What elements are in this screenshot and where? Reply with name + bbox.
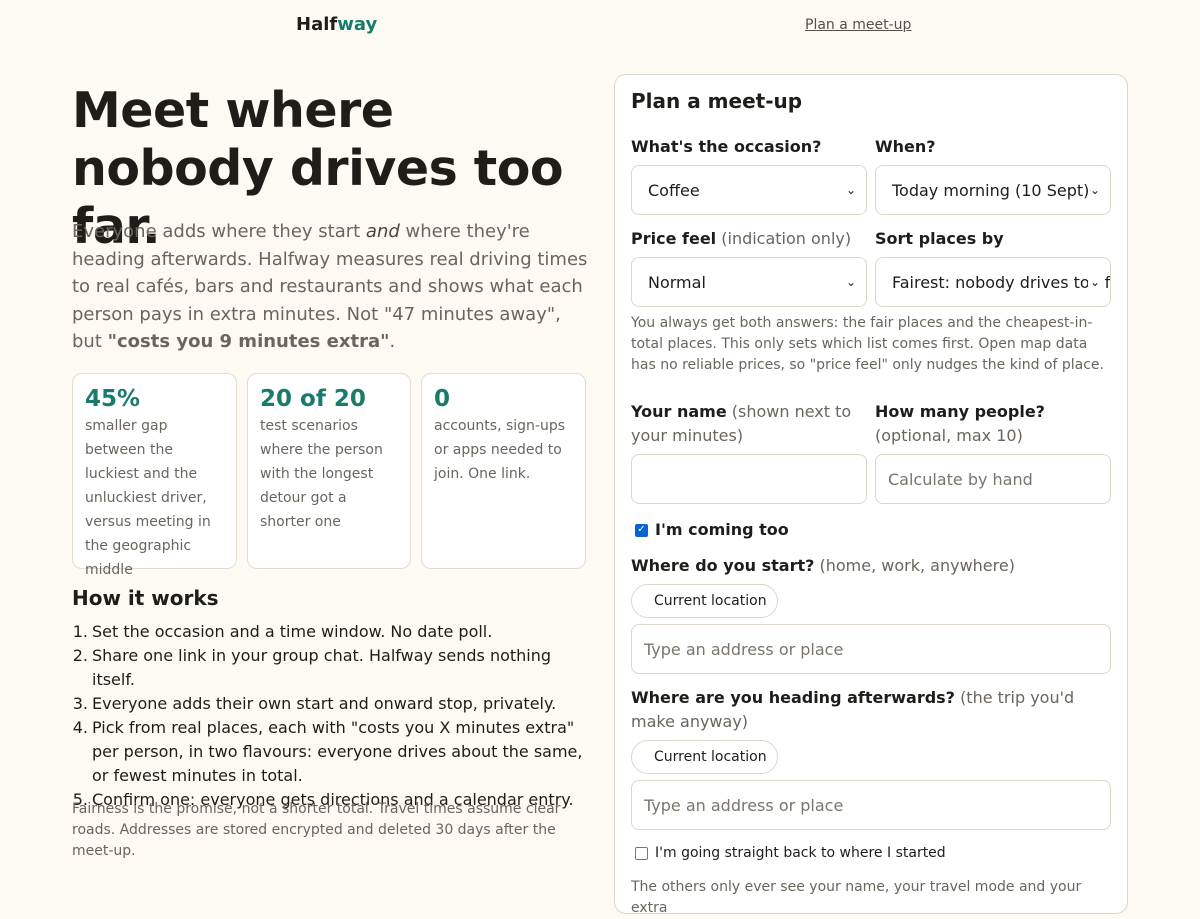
step-number: 4. bbox=[72, 718, 88, 737]
stat-card-accounts: 0 accounts, sign-ups or apps needed to j… bbox=[421, 373, 586, 569]
start-placeholder: Type an address or place bbox=[644, 639, 844, 659]
intro-end: . bbox=[389, 331, 396, 352]
sort-value: Fairest: nobody drives too far bbox=[892, 272, 1111, 292]
logo[interactable]: Halfway bbox=[296, 14, 377, 35]
intro-strong: "costs you 9 minutes extra" bbox=[107, 331, 390, 352]
logo-part1: Half bbox=[296, 14, 338, 35]
sort-help-text: You always get both answers: the fair pl… bbox=[631, 315, 1104, 373]
stat-value: 0 bbox=[434, 386, 451, 412]
start-current-location-button[interactable]: Current location bbox=[631, 584, 778, 618]
step-number: 1. bbox=[72, 622, 88, 641]
people-placeholder: Calculate by hand bbox=[888, 469, 1033, 489]
privacy-note: The others only ever see your name, your… bbox=[631, 879, 1082, 916]
name-input[interactable] bbox=[631, 454, 867, 504]
start-address-input[interactable]: Type an address or place bbox=[631, 624, 1111, 674]
list-item: 4. Pick from real places, each with "cost… bbox=[72, 716, 592, 788]
footnote: Fairness is the promise, not a shorter t… bbox=[72, 801, 561, 859]
sort-label: Sort places by bbox=[875, 229, 1004, 248]
step-number: 3. bbox=[72, 694, 88, 713]
chevron-down-icon: ⌄ bbox=[844, 275, 858, 289]
stat-desc: smaller gap between the luckiest and the… bbox=[85, 418, 211, 578]
when-select[interactable]: Today morning (10 Sept) ⌄ bbox=[875, 165, 1111, 215]
when-value: Today morning (10 Sept) bbox=[892, 180, 1090, 200]
how-it-works-title: How it works bbox=[72, 586, 219, 610]
sort-select[interactable]: Fairest: nobody drives too far ⌄ bbox=[875, 257, 1111, 307]
top-bar: Halfway Plan a meet-up bbox=[0, 0, 1200, 52]
chevron-down-icon: ⌄ bbox=[1088, 275, 1102, 289]
people-label: How many people? (optional, max 10) bbox=[875, 402, 1045, 445]
dest-location-label: Current location bbox=[654, 749, 767, 765]
hero-intro: Everyone adds where they start and where… bbox=[72, 218, 592, 356]
when-label: When? bbox=[875, 137, 936, 156]
return-checkbox[interactable] bbox=[635, 846, 648, 860]
return-label: I'm going straight back to where I start… bbox=[655, 845, 946, 861]
chevron-down-icon: ⌄ bbox=[1088, 183, 1102, 197]
dest-address-input[interactable]: Type an address or place bbox=[631, 780, 1111, 830]
start-location-label: Current location bbox=[654, 593, 767, 609]
price-value: Normal bbox=[648, 272, 706, 292]
coming-too-checkbox[interactable]: ✓ bbox=[635, 523, 648, 537]
list-item: 2. Share one link in your group chat. Hal… bbox=[72, 644, 592, 692]
step-text: Pick from real places, each with "costs … bbox=[92, 718, 583, 785]
nav-plan-link[interactable]: Plan a meet-up bbox=[805, 17, 911, 33]
logo-part2: way bbox=[337, 14, 378, 35]
coming-too-label: I'm coming too bbox=[655, 520, 789, 539]
price-label: Price feel (indication only) bbox=[631, 229, 852, 248]
chevron-down-icon: ⌄ bbox=[844, 183, 858, 197]
form-title: Plan a meet-up bbox=[631, 89, 803, 113]
list-item: 3. Everyone adds their own start and onwa… bbox=[72, 692, 592, 716]
step-number: 2. bbox=[72, 646, 88, 665]
intro-text-1: Everyone adds where they start bbox=[72, 221, 366, 242]
stat-card-gap: 45% smaller gap between the luckiest and… bbox=[72, 373, 237, 578]
return-row[interactable]: I'm going straight back to where I start… bbox=[635, 841, 946, 865]
stat-card-scenarios: 20 of 20 test scenarios where the person… bbox=[247, 373, 411, 569]
price-select[interactable]: Normal ⌄ bbox=[631, 257, 867, 307]
dest-placeholder: Type an address or place bbox=[644, 795, 844, 815]
stat-desc: accounts, sign-ups or apps needed to joi… bbox=[434, 418, 566, 482]
dest-label: Where are you heading afterwards? (the t… bbox=[631, 688, 1075, 731]
step-text: Everyone adds their own start and onward… bbox=[92, 694, 557, 713]
coming-too-row[interactable]: ✓ I'm coming too bbox=[635, 518, 789, 542]
occasion-select[interactable]: Coffee ⌄ bbox=[631, 165, 867, 215]
stat-value: 20 of 20 bbox=[260, 386, 366, 412]
occasion-value: Coffee bbox=[648, 180, 700, 200]
stat-desc: test scenarios where the person with the… bbox=[260, 418, 383, 530]
intro-emphasis: and bbox=[365, 221, 400, 242]
how-it-works-list: 1. Set the occasion and a time window. No… bbox=[72, 620, 592, 812]
people-input[interactable]: Calculate by hand bbox=[875, 454, 1111, 504]
name-label: Your name (shown next to your minutes) bbox=[631, 402, 852, 445]
step-text: Set the occasion and a time window. No d… bbox=[92, 622, 493, 641]
list-item: 1. Set the occasion and a time window. No… bbox=[72, 620, 592, 644]
step-text: Share one link in your group chat. Halfw… bbox=[92, 646, 552, 689]
dest-current-location-button[interactable]: Current location bbox=[631, 740, 778, 774]
stat-value: 45% bbox=[85, 386, 141, 412]
start-label: Where do you start? (home, work, anywher… bbox=[631, 556, 1015, 575]
occasion-label: What's the occasion? bbox=[631, 137, 822, 156]
